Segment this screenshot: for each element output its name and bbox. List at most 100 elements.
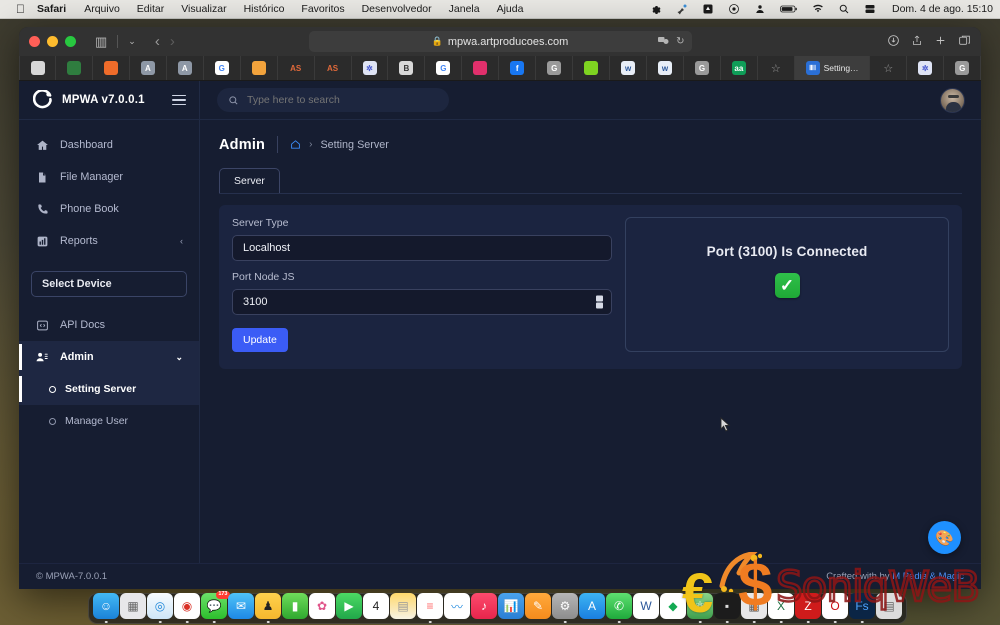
footer-credit-link[interactable]: M Pedia & Magic: [892, 571, 964, 582]
sidebar-item-api-docs[interactable]: API Docs: [19, 309, 199, 341]
bookmark-tab-as-2[interactable]: AS: [315, 56, 352, 80]
wifi-icon[interactable]: [812, 3, 824, 15]
search-icon[interactable]: [838, 3, 850, 15]
bookmark-tab-aa[interactable]: aa: [721, 56, 758, 80]
dock-item-calendar[interactable]: 4: [363, 593, 389, 619]
dock-item-zed[interactable]: Z: [795, 593, 821, 623]
hamburger-menu-icon[interactable]: [172, 94, 186, 106]
menu-item-safari[interactable]: Safari: [37, 3, 66, 15]
sidebar-item-phone-book[interactable]: Phone Book: [19, 193, 199, 225]
menu-item-favoritos[interactable]: Favoritos: [301, 3, 344, 15]
dock-item-notes[interactable]: ▤: [390, 593, 416, 619]
dock-item-fonts[interactable]: Fs: [849, 593, 875, 623]
minimize-window-button[interactable]: [47, 36, 58, 47]
search-input[interactable]: [247, 94, 438, 106]
bookmark-tab-g-grey-3[interactable]: G: [944, 56, 981, 80]
menu-item-historico[interactable]: Histórico: [244, 3, 285, 15]
bookmark-tab-word-2[interactable]: w: [647, 56, 684, 80]
chevron-down-icon[interactable]: ⌄: [123, 31, 141, 53]
extension-icon[interactable]: [657, 35, 669, 49]
dock-item-preview[interactable]: ▤: [876, 593, 902, 619]
bookmark-tab-cloud[interactable]: [241, 56, 278, 80]
bookmark-tab-facebook[interactable]: f: [499, 56, 537, 80]
bookmark-tab-instagram[interactable]: [462, 56, 500, 80]
server-type-input[interactable]: Localhost: [232, 235, 612, 261]
dock-item-messages[interactable]: 💬 173: [201, 591, 230, 623]
sidebar-toggle-icon[interactable]: ▥: [90, 31, 112, 53]
dock-item-numbers[interactable]: ▮: [282, 593, 308, 619]
bookmark-star-1[interactable]: ☆: [758, 56, 795, 80]
record-icon[interactable]: [728, 3, 740, 15]
battery-icon[interactable]: [780, 3, 798, 15]
dock-item-photoshop-e[interactable]: ▦: [741, 593, 767, 623]
bookmark-tab-settings-2[interactable]: ✲: [907, 56, 945, 80]
tab-overview-icon[interactable]: [958, 34, 971, 50]
bookmark-star-2[interactable]: ☆: [870, 56, 908, 80]
dock-item-opera[interactable]: O: [822, 593, 848, 623]
bookmark-tab-word-1[interactable]: w: [610, 56, 648, 80]
select-device-dropdown[interactable]: Select Device: [31, 271, 187, 297]
bookmark-tab-g-grey-1[interactable]: G: [536, 56, 574, 80]
dock-item-whatsapp[interactable]: ✆: [606, 593, 632, 623]
menu-item-ajuda[interactable]: Ajuda: [497, 3, 524, 15]
bookmark-tab-globe[interactable]: [19, 56, 57, 80]
number-stepper-icon[interactable]: [596, 295, 603, 309]
menu-bar-clock[interactable]: Dom. 4 de ago. 15:10: [892, 3, 993, 15]
bookmark-tab-as-1[interactable]: AS: [278, 56, 315, 80]
cleaner-icon[interactable]: [676, 3, 688, 15]
window-controls[interactable]: [29, 36, 76, 47]
bookmark-tab-b[interactable]: B: [388, 56, 426, 80]
dock-item-keynote-a[interactable]: ♟: [255, 593, 281, 623]
bookmark-tab-colorful[interactable]: [56, 56, 93, 80]
share-icon[interactable]: [911, 34, 923, 50]
bookmark-tab-green[interactable]: [573, 56, 611, 80]
close-window-button[interactable]: [29, 36, 40, 47]
active-tab[interactable]: ⅢⅠ Setting…: [794, 56, 871, 80]
zoom-window-button[interactable]: [65, 36, 76, 47]
theme-customizer-button[interactable]: 🎨: [928, 521, 961, 554]
dock-item-mail[interactable]: ✉: [228, 593, 254, 619]
apple-logo-icon[interactable]: : [16, 3, 25, 15]
user-icon[interactable]: [754, 3, 766, 15]
dock-item-keynote[interactable]: 📊: [498, 593, 524, 619]
bookmark-tab-google-1[interactable]: G: [204, 56, 241, 80]
dock-item-photos[interactable]: ✿: [309, 593, 335, 619]
bookmark-tab-orange[interactable]: [93, 56, 130, 80]
chevron-down-icon[interactable]: ⌄: [175, 352, 183, 363]
dock-item-freeform[interactable]: 〰: [444, 593, 470, 619]
dock-item-settings[interactable]: ⚙: [552, 593, 578, 623]
gear-icon[interactable]: [650, 3, 662, 15]
dock-item-terminal[interactable]: ▪: [714, 593, 740, 623]
address-bar[interactable]: 🔒 mpwa.artproducoes.com ↻: [308, 31, 692, 52]
back-button[interactable]: ‹: [155, 33, 160, 50]
dock-item-music[interactable]: ♪: [471, 593, 497, 619]
dock-item-launchpad[interactable]: ▦: [120, 593, 146, 619]
dock-item-mongodb[interactable]: ◆: [660, 593, 686, 619]
dock-item-excel[interactable]: X: [768, 593, 794, 623]
downloads-icon[interactable]: [887, 34, 900, 50]
menu-item-janela[interactable]: Janela: [449, 3, 480, 15]
dock-item-word[interactable]: W: [633, 593, 659, 619]
sidebar-item-reports[interactable]: Reports ‹: [19, 225, 199, 257]
home-icon[interactable]: [290, 139, 301, 150]
bookmark-tab-a1[interactable]: A: [130, 56, 167, 80]
menu-item-editar[interactable]: Editar: [137, 3, 164, 15]
user-avatar[interactable]: [940, 87, 965, 113]
bookmark-tab-g-grey-2[interactable]: G: [684, 56, 721, 80]
port-input[interactable]: 3100: [232, 289, 612, 315]
search-box[interactable]: [217, 88, 449, 112]
bookmark-tab-settings[interactable]: ✲: [352, 56, 389, 80]
menu-item-arquivo[interactable]: Arquivo: [84, 3, 120, 15]
dock-item-atom[interactable]: ⚛: [687, 593, 713, 623]
forward-button[interactable]: ›: [170, 33, 175, 50]
tab-server[interactable]: Server: [219, 168, 280, 193]
sidebar-item-dashboard[interactable]: Dashboard: [19, 129, 199, 161]
display-icon[interactable]: [702, 3, 714, 15]
control-center-icon[interactable]: [864, 3, 876, 15]
dock-item-chrome[interactable]: ◉: [174, 593, 200, 623]
app-brand[interactable]: MPWA v7.0.0.1: [19, 81, 200, 120]
sidebar-item-manage-user[interactable]: Manage User: [19, 405, 199, 437]
dock-item-facetime[interactable]: ▶: [336, 593, 362, 619]
bookmark-tab-google-2[interactable]: G: [425, 56, 463, 80]
dock-item-reminders[interactable]: ≡: [417, 593, 443, 623]
